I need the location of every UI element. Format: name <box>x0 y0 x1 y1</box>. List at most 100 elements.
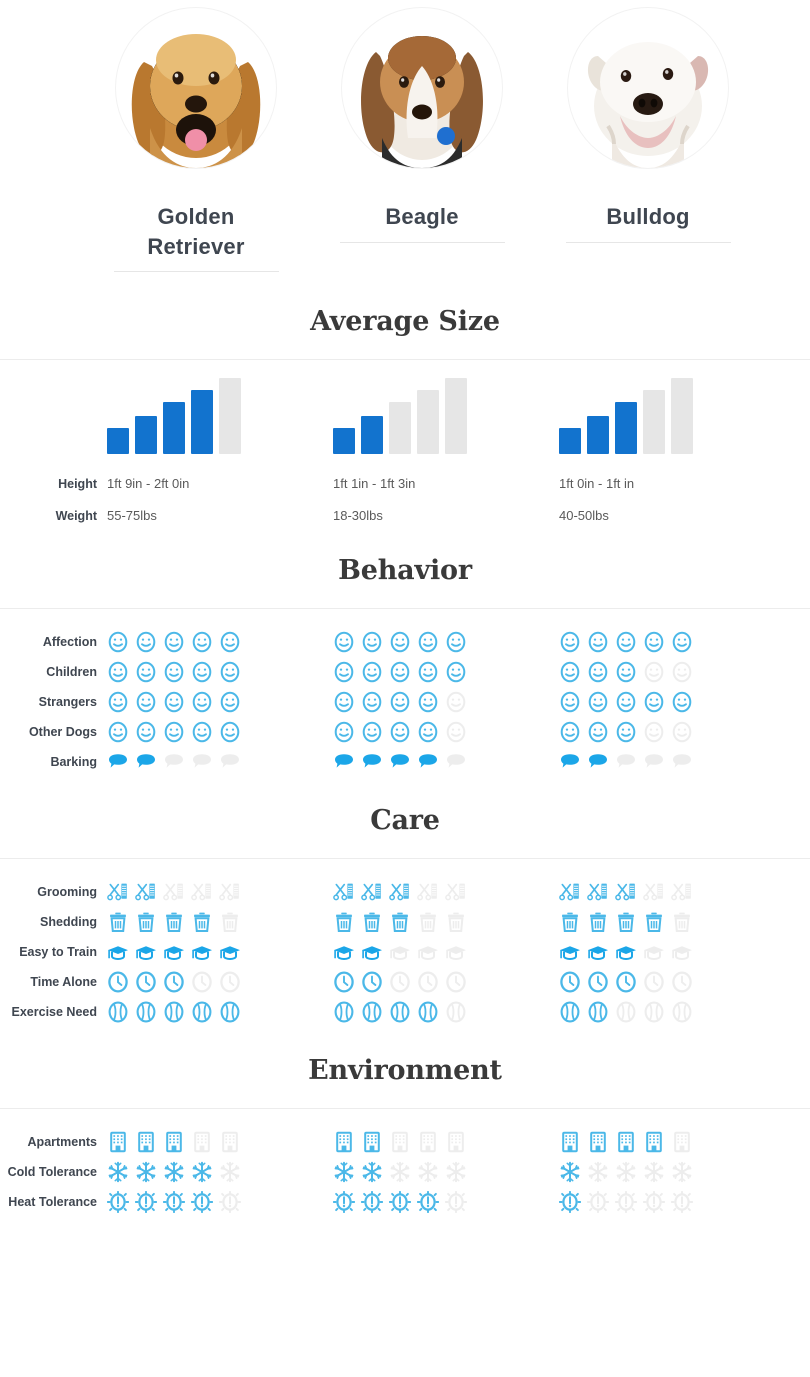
size-bar <box>587 416 609 455</box>
building-icon <box>336 1132 352 1153</box>
clock-icon <box>136 971 156 993</box>
size-bar-chart <box>559 378 785 455</box>
size-bar <box>191 390 213 455</box>
rating-cell <box>559 1001 785 1023</box>
trash-can-icon <box>335 911 353 933</box>
rating-cell <box>107 881 333 903</box>
row-label: Cold Tolerance <box>7 1165 97 1180</box>
breed-column[interactable]: Golden Retriever <box>83 0 309 273</box>
smiley-icon <box>418 632 438 653</box>
graduation-cap-icon <box>587 945 609 961</box>
rating-cell <box>333 1191 559 1214</box>
scissors-comb-icon <box>643 883 664 901</box>
breed-avatar[interactable] <box>568 8 728 168</box>
breed-column[interactable]: Beagle <box>309 0 535 272</box>
smiley-icon <box>390 662 410 683</box>
baseball-icon <box>418 1001 438 1023</box>
breed-avatar[interactable] <box>342 8 502 168</box>
size-text-row: Weight 55-75lbs 18-30lbs 40-50lbs <box>0 508 810 523</box>
smiley-icon <box>644 632 664 653</box>
smiley-icon <box>390 722 410 743</box>
graduation-cap-icon <box>135 945 157 961</box>
smiley-icon <box>390 692 410 713</box>
baseball-icon <box>108 1001 128 1023</box>
sun-icon <box>587 1191 609 1214</box>
trash-can-icon <box>221 911 239 933</box>
smiley-icon <box>560 662 580 683</box>
scissors-comb-icon <box>445 883 466 901</box>
row-label: Children <box>46 665 97 680</box>
sun-icon <box>559 1191 581 1214</box>
clock-icon <box>588 971 608 993</box>
rating-cell <box>559 941 785 963</box>
graduation-cap-icon <box>107 945 129 961</box>
row-label: Affection <box>42 635 97 650</box>
sun-icon <box>417 1191 439 1214</box>
smiley-icon <box>390 632 410 653</box>
sun-icon <box>361 1191 383 1214</box>
speech-bubble-icon <box>137 754 155 768</box>
snowflake-icon <box>672 1162 692 1183</box>
building-icon <box>166 1132 182 1153</box>
sun-icon <box>671 1191 693 1214</box>
rating-row: Shedding <box>0 911 810 933</box>
scissors-comb-icon <box>361 883 382 901</box>
rating-row: Heat Tolerance <box>0 1191 810 1214</box>
trash-can-icon <box>589 911 607 933</box>
breed-avatar[interactable] <box>116 8 276 168</box>
section-title: Behavior <box>338 555 472 587</box>
rating-cells <box>107 1191 810 1214</box>
clock-icon <box>616 971 636 993</box>
building-icon <box>590 1132 606 1153</box>
building-icon <box>392 1132 408 1153</box>
speech-bubble-icon <box>391 754 409 768</box>
smiley-icon <box>588 722 608 743</box>
smiley-icon <box>220 692 240 713</box>
smiley-icon <box>164 662 184 683</box>
row-label: Easy to Train <box>19 945 97 960</box>
speech-bubble-icon <box>419 754 437 768</box>
smiley-icon <box>644 722 664 743</box>
rating-cell <box>107 1131 333 1153</box>
rating-cell <box>559 881 785 903</box>
sun-icon <box>643 1191 665 1214</box>
rating-row: Strangers <box>0 691 810 713</box>
clock-icon <box>192 971 212 993</box>
rating-row: Easy to Train <box>0 941 810 963</box>
smiley-icon <box>108 662 128 683</box>
smiley-icon <box>136 692 156 713</box>
snowflake-icon <box>362 1162 382 1183</box>
rating-cells <box>107 691 810 713</box>
baseball-icon <box>672 1001 692 1023</box>
rating-cell <box>107 721 333 743</box>
rating-cell <box>559 1161 785 1183</box>
trash-can-icon <box>447 911 465 933</box>
building-icon <box>646 1132 662 1153</box>
rating-cells <box>107 941 810 963</box>
smiley-icon <box>446 722 466 743</box>
clock-icon <box>108 971 128 993</box>
smiley-icon <box>108 722 128 743</box>
smiley-icon <box>136 662 156 683</box>
smiley-icon <box>644 692 664 713</box>
row-label: Other Dogs <box>28 725 97 740</box>
rating-cell <box>559 1131 785 1153</box>
smiley-icon <box>136 632 156 653</box>
clock-icon <box>672 971 692 993</box>
sun-icon <box>219 1191 241 1214</box>
smiley-icon <box>362 692 382 713</box>
rating-cells <box>107 1161 810 1183</box>
baseball-icon <box>644 1001 664 1023</box>
clock-icon <box>390 971 410 993</box>
breed-column[interactable]: Bulldog <box>535 0 761 272</box>
graduation-cap-icon <box>445 945 467 961</box>
sun-icon <box>333 1191 355 1214</box>
rating-row: Children <box>0 661 810 683</box>
clock-icon <box>220 971 240 993</box>
smiley-icon <box>588 632 608 653</box>
graduation-cap-icon <box>389 945 411 961</box>
trash-can-icon <box>419 911 437 933</box>
smiley-icon <box>334 632 354 653</box>
rating-cells <box>107 1001 810 1023</box>
section-behavior: Behavior Affection Children Strangers Other … <box>0 555 810 773</box>
